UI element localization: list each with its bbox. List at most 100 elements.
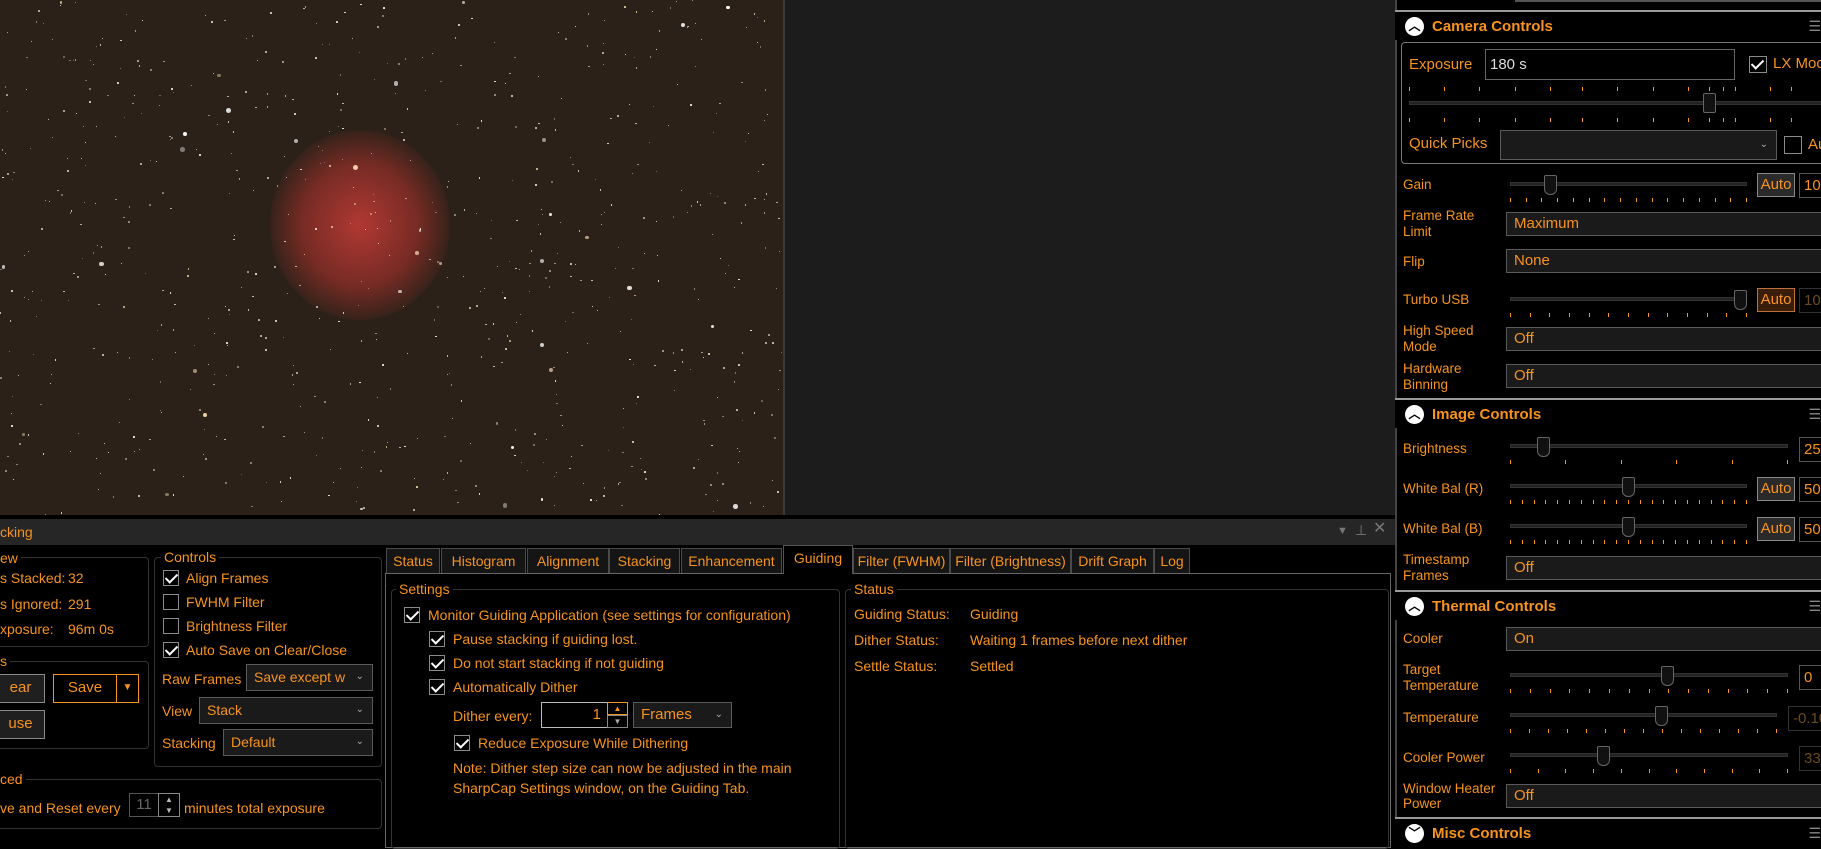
pause-stacking-checkbox[interactable] bbox=[429, 631, 445, 647]
minutes-spinner[interactable]: ▲▼ bbox=[158, 793, 180, 817]
save-dropdown-button[interactable]: ▼ bbox=[116, 674, 139, 703]
slider-thumb[interactable] bbox=[1655, 706, 1668, 726]
star bbox=[77, 276, 79, 278]
misc-controls-header[interactable]: ﹀ Misc Controls ☰ bbox=[1395, 817, 1821, 847]
tab-guiding[interactable]: Guiding bbox=[783, 545, 853, 574]
tab-drift-graph[interactable]: Drift Graph bbox=[1071, 548, 1154, 573]
gain-slider[interactable] bbox=[1510, 178, 1747, 204]
monitor-guiding-checkbox[interactable] bbox=[404, 607, 420, 623]
star bbox=[336, 21, 338, 23]
brightness-slider[interactable] bbox=[1510, 440, 1788, 466]
collapse-icon[interactable]: ︿ bbox=[1405, 405, 1424, 424]
slider-thumb[interactable] bbox=[1622, 477, 1635, 497]
cooler-select[interactable]: On bbox=[1506, 627, 1821, 651]
slider-thumb[interactable] bbox=[1537, 437, 1550, 457]
menu-icon[interactable]: ☰ bbox=[1808, 825, 1821, 842]
high-speed-select[interactable]: Off bbox=[1506, 327, 1821, 351]
turbo-usb-slider[interactable] bbox=[1510, 293, 1747, 319]
star bbox=[645, 478, 646, 479]
dither-unit-select[interactable]: Frames⌄ bbox=[633, 702, 732, 728]
collapse-icon[interactable]: ︿ bbox=[1405, 597, 1424, 616]
dropdown-icon[interactable]: ▼ bbox=[1337, 523, 1348, 539]
gain-value[interactable]: 10 bbox=[1799, 173, 1821, 198]
stacking-select[interactable]: Default⌄ bbox=[223, 729, 373, 756]
wb-r-slider[interactable] bbox=[1510, 480, 1747, 506]
save-reset-minutes-input[interactable]: 11 bbox=[129, 793, 159, 817]
star bbox=[134, 451, 135, 452]
dither-up-button[interactable]: ▲ bbox=[607, 702, 628, 715]
tab-log[interactable]: Log bbox=[1154, 548, 1190, 573]
slider-thumb[interactable] bbox=[1544, 175, 1557, 195]
tab-filter-fwhm[interactable]: Filter (FWHM) bbox=[853, 548, 950, 573]
exposure-input[interactable]: 180 s bbox=[1485, 49, 1735, 80]
fwhm-filter-checkbox[interactable] bbox=[163, 594, 179, 610]
gain-auto-button[interactable]: Auto bbox=[1757, 173, 1795, 197]
wb-b-auto-button[interactable]: Auto bbox=[1757, 517, 1795, 541]
image-viewport[interactable] bbox=[0, 0, 783, 515]
tab-histogram[interactable]: Histogram bbox=[441, 548, 526, 573]
tab-enhancement[interactable]: Enhancement bbox=[681, 548, 782, 573]
star bbox=[85, 165, 86, 166]
heater-select[interactable]: Off bbox=[1506, 784, 1821, 808]
star bbox=[267, 106, 268, 107]
star bbox=[443, 479, 444, 480]
slider-thumb[interactable] bbox=[1622, 517, 1635, 537]
tab-status[interactable]: Status bbox=[386, 548, 440, 573]
dither-every-input[interactable]: 1 bbox=[541, 702, 608, 728]
auto-dither-checkbox[interactable] bbox=[429, 679, 445, 695]
frame-rate-select[interactable]: Maximum bbox=[1506, 212, 1821, 236]
dither-down-button[interactable]: ▼ bbox=[607, 715, 628, 728]
menu-icon[interactable]: ☰ bbox=[1808, 18, 1821, 35]
star bbox=[41, 300, 42, 301]
slider-thumb[interactable] bbox=[1597, 746, 1610, 766]
star bbox=[462, 1, 465, 4]
exposure-slider[interactable] bbox=[1409, 84, 1821, 124]
menu-icon[interactable]: ☰ bbox=[1808, 598, 1821, 615]
timestamp-select[interactable]: Off bbox=[1506, 556, 1821, 580]
quick-picks-select[interactable]: ⌄ bbox=[1500, 130, 1777, 160]
target-temp-value[interactable]: 0 bbox=[1799, 665, 1821, 690]
wb-r-value[interactable]: 50 bbox=[1799, 477, 1821, 502]
pin-icon[interactable]: ⊥ bbox=[1355, 522, 1367, 538]
tab-stacking[interactable]: Stacking bbox=[609, 548, 680, 573]
turbo-auto-button[interactable]: Auto bbox=[1757, 288, 1795, 312]
slider-thumb[interactable] bbox=[1734, 290, 1747, 310]
no-start-checkbox[interactable] bbox=[429, 655, 445, 671]
pause-button[interactable]: use bbox=[0, 710, 45, 739]
star bbox=[12, 179, 13, 180]
tab-filter-brightness[interactable]: Filter (Brightness) bbox=[950, 548, 1071, 573]
slider-thumb[interactable] bbox=[1661, 666, 1674, 686]
slider-track bbox=[1409, 101, 1821, 105]
star bbox=[554, 118, 555, 119]
brightness-value[interactable]: 25 bbox=[1799, 437, 1821, 462]
collapse-icon[interactable]: ︿ bbox=[1405, 17, 1424, 36]
view-select[interactable]: Stack⌄ bbox=[199, 697, 373, 724]
brightness-filter-checkbox[interactable] bbox=[163, 618, 179, 634]
menu-icon[interactable]: ☰ bbox=[1808, 406, 1821, 423]
clear-button[interactable]: ear bbox=[0, 674, 45, 703]
wb-b-value[interactable]: 50 bbox=[1799, 517, 1821, 542]
tab-alignment[interactable]: Alignment bbox=[527, 548, 609, 573]
save-button[interactable]: Save bbox=[53, 674, 117, 703]
star bbox=[540, 259, 545, 264]
target-temp-slider[interactable] bbox=[1510, 669, 1788, 695]
binning-select[interactable]: Off bbox=[1506, 364, 1821, 388]
raw-frames-select[interactable]: Save except w⌄ bbox=[246, 664, 373, 691]
flip-select[interactable]: None bbox=[1506, 249, 1821, 273]
image-controls-header[interactable]: ︿ Image Controls ☰ bbox=[1395, 398, 1821, 428]
align-frames-checkbox[interactable] bbox=[163, 570, 179, 586]
wb-b-slider[interactable] bbox=[1510, 520, 1747, 546]
close-icon[interactable]: ✕ bbox=[1373, 521, 1386, 537]
wb-r-auto-button[interactable]: Auto bbox=[1757, 477, 1795, 501]
star bbox=[55, 359, 57, 361]
auto-checkbox[interactable] bbox=[1784, 136, 1802, 154]
reduce-exposure-checkbox[interactable] bbox=[454, 735, 470, 751]
star bbox=[398, 63, 400, 65]
camera-controls-header[interactable]: ︿ Camera Controls ☰ bbox=[1395, 10, 1821, 40]
thermal-controls-header[interactable]: ︿ Thermal Controls ☰ bbox=[1395, 590, 1821, 620]
slider-thumb[interactable] bbox=[1703, 93, 1716, 113]
lx-mode-checkbox[interactable] bbox=[1749, 56, 1767, 73]
auto-save-checkbox[interactable] bbox=[163, 642, 179, 658]
star bbox=[491, 220, 492, 221]
expand-icon[interactable]: ﹀ bbox=[1405, 824, 1424, 843]
